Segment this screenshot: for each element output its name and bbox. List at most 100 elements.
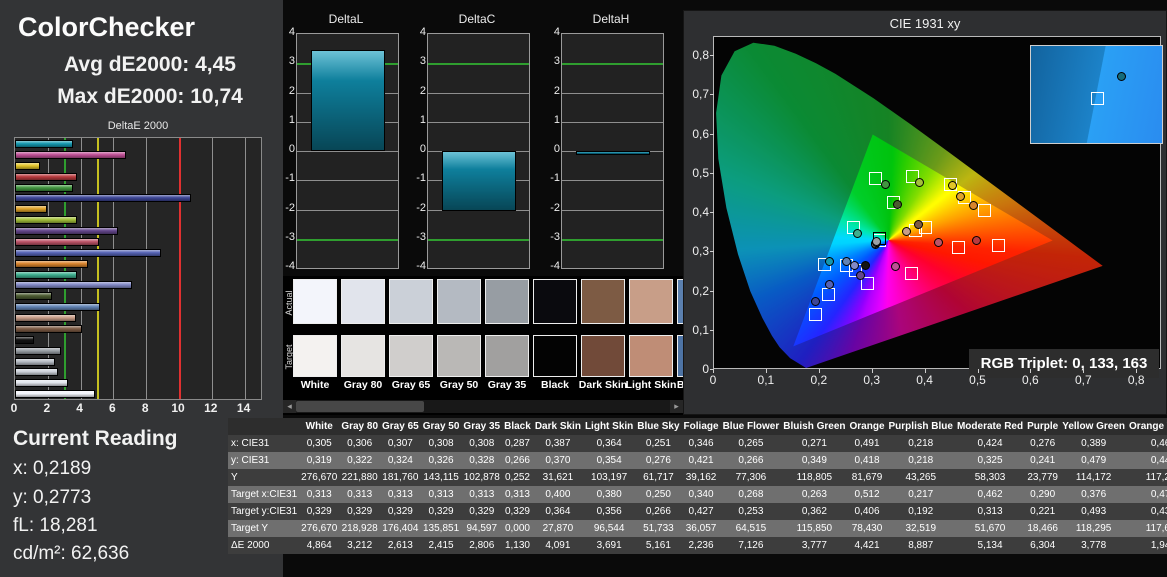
- table-cell: 18,466: [1027, 523, 1058, 534]
- reference-line: [428, 63, 529, 66]
- table-cell: 276,670: [301, 523, 338, 534]
- table-cell: 2,415: [428, 540, 454, 551]
- swatch-actual-gray-80[interactable]: [341, 279, 385, 324]
- gridline: [146, 138, 148, 399]
- swatch-actual-black[interactable]: [533, 279, 577, 324]
- swatch-target-white[interactable]: [293, 335, 337, 377]
- axis-tick: [871, 369, 873, 373]
- deltal-chart: DeltaL 4 3 2 1 0 -1 -2 -3 -4: [282, 0, 418, 292]
- table-cell: 0,346: [688, 438, 714, 449]
- scrollbar-thumb[interactable]: [296, 401, 424, 412]
- table-cell: 0,319: [306, 455, 332, 466]
- swatch-label: Blue Sky: [676, 379, 683, 391]
- bar-dark-skin: [15, 324, 83, 333]
- reference-line: [179, 138, 181, 399]
- table-cell: 0,217: [908, 489, 934, 500]
- table-cell: 2,806: [469, 540, 495, 551]
- table-cell: 0,287: [504, 438, 530, 449]
- axis-tick-label: 0,7: [692, 87, 709, 102]
- table-cell: 102,878: [463, 472, 500, 483]
- table-cell: 0,290: [1030, 489, 1056, 500]
- axis-tick-label: -1: [550, 172, 560, 185]
- axis-tick-label: 0,1: [692, 322, 709, 337]
- table-cell: 0,325: [977, 455, 1003, 466]
- axis-tick-label: 3: [419, 55, 426, 68]
- swatch-actual-dark-skin[interactable]: [581, 279, 625, 324]
- gridline: [562, 209, 663, 211]
- bar-blue-sky: [15, 303, 100, 312]
- table-cell: 0,424: [977, 438, 1003, 449]
- row-label: Y: [231, 472, 238, 483]
- swatch-target-dark-skin[interactable]: [581, 335, 625, 377]
- axis-tick-label: 0,8: [1127, 373, 1145, 387]
- swatch-actual-gray-65[interactable]: [389, 279, 433, 324]
- bar-red: [15, 172, 78, 181]
- table-cell: 0,313: [347, 489, 373, 500]
- swatch-target-gray-50[interactable]: [437, 335, 481, 377]
- swatch-actual-gray-35[interactable]: [485, 279, 529, 324]
- column-header: Gray 80: [339, 418, 381, 435]
- scroll-left-arrow-icon[interactable]: ◂: [283, 400, 296, 413]
- swatch-actual-white[interactable]: [293, 279, 337, 324]
- axis-tick-label: 0,8: [692, 48, 709, 62]
- table-cell: 0,253: [738, 506, 764, 517]
- table-cell: 0,265: [738, 438, 764, 449]
- table-cell: 61,717: [643, 472, 674, 483]
- table-cell: 135,851: [422, 523, 460, 534]
- measurement-table: White Gray 80 Gray 65 Gray 50 Gray 35 Black Da…: [228, 418, 1167, 554]
- bar-black: [15, 335, 34, 344]
- axis-tick-label: 4: [419, 26, 426, 38]
- page-title: ColorChecker: [18, 12, 196, 42]
- swatch-actual-gray-50[interactable]: [437, 279, 481, 324]
- axis-tick-label: 0,5: [692, 165, 709, 180]
- bar-moderate-red: [15, 237, 100, 246]
- bar-foliage: [15, 292, 52, 301]
- swatch-target-gray-80[interactable]: [341, 335, 385, 377]
- axis-tick-label: -3: [285, 230, 295, 243]
- swatch-target-light-skin[interactable]: [629, 335, 673, 377]
- swatch-column: Gray 35: [485, 276, 529, 415]
- column-header: White: [299, 418, 340, 435]
- axis-tick: [818, 369, 820, 373]
- swatch-target-black[interactable]: [533, 335, 577, 377]
- axis-tick: [713, 369, 714, 373]
- axis-tick-label: 0,5: [969, 373, 986, 387]
- table-cell: 0,462: [977, 489, 1003, 500]
- row-label: Target x:CIE31: [231, 489, 298, 500]
- axis-tick-label: -3: [416, 230, 426, 243]
- axis-tick-label: -4: [416, 260, 426, 272]
- table-cell: 0,266: [645, 506, 671, 517]
- table-cell: 27,870: [542, 523, 574, 534]
- axis-tick-label: 1: [553, 113, 560, 126]
- table-cell: 0,328: [469, 455, 495, 466]
- axis-tick-label: 0: [419, 143, 426, 155]
- column-header: Gray 50: [420, 418, 462, 435]
- table-cell: 7,126: [738, 540, 764, 551]
- measured-marker-blue-flower: [849, 261, 859, 271]
- axis-tick-label: 0,6: [1022, 373, 1039, 387]
- swatch-scrollbar[interactable]: ◂ ▸: [283, 400, 683, 413]
- table-cell: 0,308: [469, 438, 495, 449]
- axis-tick-label: 0: [553, 143, 560, 155]
- scroll-right-arrow-icon[interactable]: ▸: [670, 400, 683, 413]
- axis-tick: [710, 133, 714, 135]
- swatch-actual-light-skin[interactable]: [629, 279, 673, 324]
- table-cell: 0,308: [428, 438, 454, 449]
- table-corner: [228, 418, 300, 435]
- table-cell: 3,777: [801, 540, 827, 551]
- table-cell: 58,303: [974, 472, 1006, 483]
- delta-bar: [311, 50, 385, 151]
- table-cell: 31,621: [542, 472, 574, 483]
- table-cell: 0,241: [1030, 455, 1056, 466]
- axis-tick-label: 3: [553, 55, 560, 68]
- table-cell: 0,305: [306, 438, 332, 449]
- table-cell: 5,161: [645, 540, 671, 551]
- table-cell: 0,218: [908, 438, 934, 449]
- deltae-chart-title: DeltaE 2000: [107, 120, 169, 132]
- reading-fl: fL: 18,281: [13, 515, 98, 536]
- gridline: [297, 151, 398, 152]
- swatch-target-gray-65[interactable]: [389, 335, 433, 377]
- column-header: Orange: [847, 418, 887, 435]
- target-marker-orange: [978, 204, 992, 218]
- swatch-target-gray-35[interactable]: [485, 335, 529, 377]
